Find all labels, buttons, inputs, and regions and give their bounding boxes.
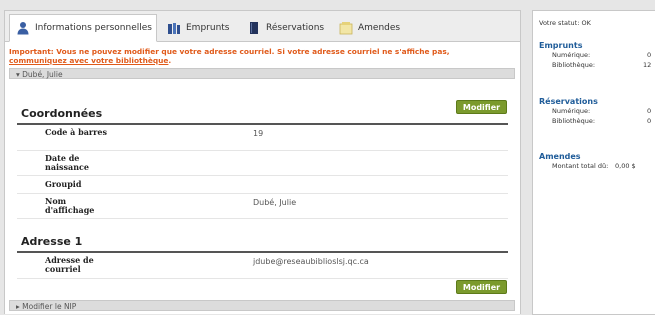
fines-icon <box>339 21 353 34</box>
field-value-display-name: Dubé, Julie <box>253 198 297 207</box>
tab-label: Réservations <box>266 22 325 33</box>
tab-bar: Informations personnelles Emprunts Réser… <box>5 11 520 42</box>
tab-fines[interactable]: Amendes <box>333 14 409 41</box>
tab-label: Emprunts <box>186 22 230 33</box>
modify-address-button[interactable]: Modifier <box>456 280 507 294</box>
field-label-groupid: Groupid <box>45 179 82 189</box>
row-divider <box>17 218 508 219</box>
row-divider <box>17 278 508 279</box>
field-label-email: Adresse de courriel <box>45 255 94 274</box>
row-divider <box>17 193 508 194</box>
tab-label: Informations personnelles <box>35 23 152 33</box>
pin-accordion-header[interactable]: ▸ Modifier le NIP <box>9 300 515 311</box>
holds-library-value: 0 <box>647 117 652 125</box>
book-icon <box>250 21 258 34</box>
important-notice: Important: Vous ne pouvez modifier que v… <box>9 47 514 65</box>
status-sidebar: Votre statut: OK Emprunts Numérique: 0 B… <box>532 10 655 315</box>
contact-library-link[interactable]: communiquez avec votre bibliothèque <box>9 56 168 65</box>
holds-heading: Réservations <box>539 97 598 106</box>
holds-numeric-value: 0 <box>647 107 652 115</box>
tab-reservations[interactable]: Réservations <box>241 14 329 41</box>
tab-label: Amendes <box>358 22 401 33</box>
loans-library-value: 12 <box>643 61 652 69</box>
fines-heading: Amendes <box>539 152 581 161</box>
field-label-birthdate: Date de naissance <box>45 153 90 172</box>
status-text: Votre statut: OK <box>539 19 591 27</box>
person-icon <box>17 22 29 35</box>
user-accordion-header[interactable]: ▾ Dubé, Julie <box>9 68 515 79</box>
row-divider <box>17 150 508 151</box>
section-divider <box>17 123 508 125</box>
books-icon <box>168 22 180 34</box>
fines-total-value: 0,00 $ <box>615 162 636 170</box>
loans-numeric-label: Numérique: <box>552 51 591 59</box>
field-label-display-name: Nom d'affichage <box>45 196 95 215</box>
account-panel: Informations personnelles Emprunts Réser… <box>4 10 521 314</box>
field-label-barcode: Code à barres <box>45 127 107 137</box>
tab-loans[interactable]: Emprunts <box>161 14 237 41</box>
notice-text: Important: Vous ne pouvez modifier que v… <box>9 47 450 56</box>
loans-numeric-value: 0 <box>647 51 652 59</box>
tab-personal-info[interactable]: Informations personnelles <box>9 14 157 42</box>
row-divider <box>17 175 508 176</box>
notice-suffix: . <box>168 56 172 65</box>
contact-section-title: Coordonnées <box>21 107 103 120</box>
field-value-barcode: 19 <box>253 129 264 138</box>
fines-total-label: Montant total dû: <box>552 162 609 170</box>
section-divider <box>17 251 508 253</box>
loans-library-label: Bibliothèque: <box>552 61 596 69</box>
holds-library-label: Bibliothèque: <box>552 117 596 125</box>
holds-numeric-label: Numérique: <box>552 107 591 115</box>
loans-heading: Emprunts <box>539 41 583 50</box>
field-value-email: jdube@reseaubiblioslsj.qc.ca <box>253 257 369 266</box>
modify-contact-button[interactable]: Modifier <box>456 100 507 114</box>
address-section-title: Adresse 1 <box>21 235 83 248</box>
